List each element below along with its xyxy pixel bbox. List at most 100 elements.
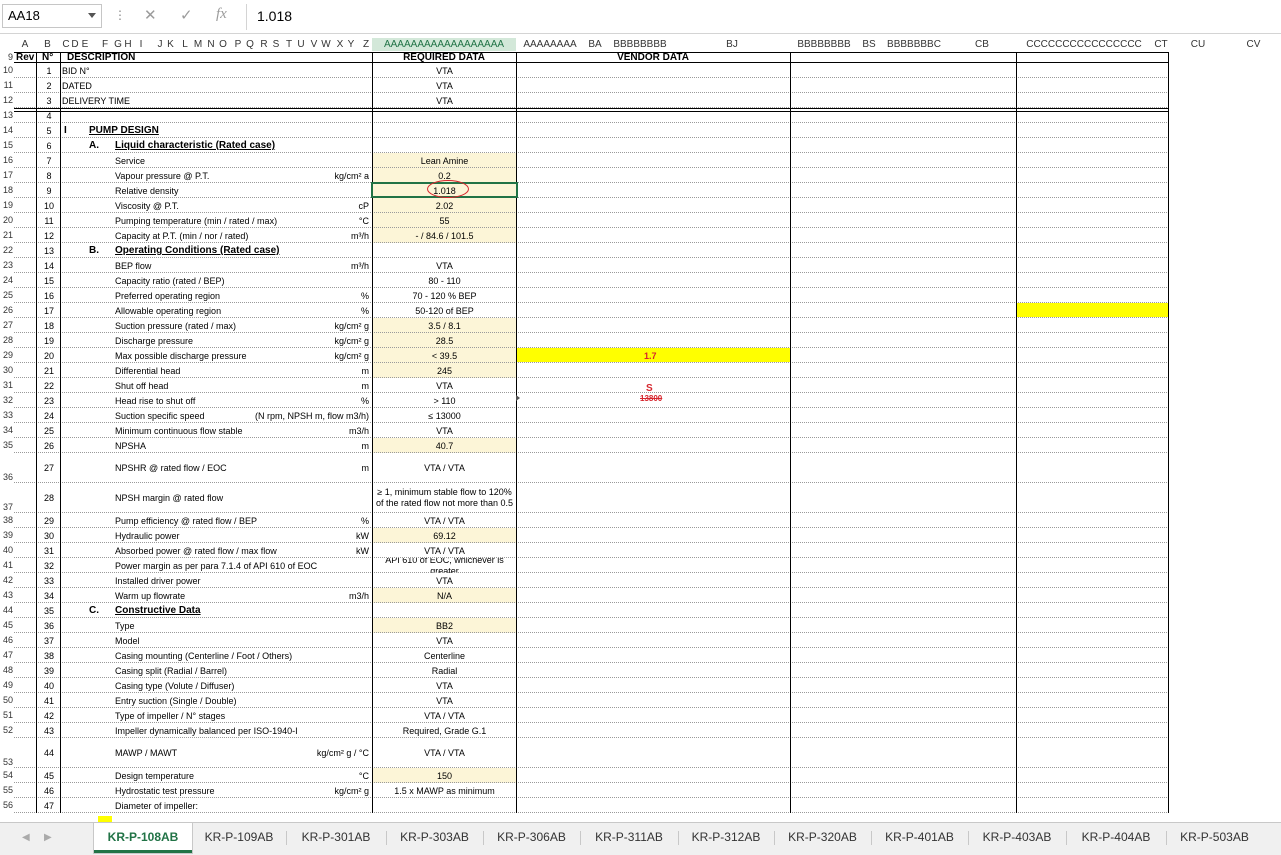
required-value-cell[interactable]: 245 bbox=[373, 363, 516, 378]
description-header[interactable]: DESCRIPTION bbox=[67, 52, 187, 62]
column-header-10[interactable]: K bbox=[165, 38, 176, 51]
required-value-cell[interactable]: BB2 bbox=[373, 618, 516, 633]
column-header-21[interactable]: V bbox=[309, 38, 319, 51]
scroll-right-icon[interactable]: ▶ bbox=[44, 832, 52, 843]
column-header-4[interactable]: E bbox=[80, 38, 90, 51]
cancel-icon[interactable]: ✕ bbox=[144, 6, 157, 24]
required-value-cell[interactable] bbox=[373, 138, 516, 153]
required-value-cell[interactable]: 28.5 bbox=[373, 333, 516, 348]
more-options-icon[interactable]: ⋮ bbox=[114, 8, 126, 22]
sheet-tab[interactable]: KR-P-311AB bbox=[580, 823, 678, 853]
required-value-cell[interactable]: VTA / VTA bbox=[373, 453, 516, 483]
column-header-34[interactable]: CB bbox=[948, 38, 1016, 51]
required-value-cell[interactable]: - / 84.6 / 101.5 bbox=[373, 228, 516, 243]
insert-function-icon[interactable]: fx bbox=[216, 6, 227, 23]
column-header-37[interactable]: CU bbox=[1170, 38, 1226, 51]
sheet-tab[interactable]: KR-P-109AB bbox=[192, 823, 286, 853]
required-value-cell[interactable]: Required, Grade G.1 bbox=[373, 723, 516, 738]
required-value-cell[interactable]: < 39.5 bbox=[373, 348, 516, 363]
required-value-cell[interactable]: VTA bbox=[373, 633, 516, 648]
column-header-24[interactable]: Y bbox=[346, 38, 356, 51]
column-header-1[interactable]: B bbox=[36, 38, 59, 51]
required-value-cell[interactable]: Radial bbox=[373, 663, 516, 678]
column-header-27[interactable]: AAAAAAAA bbox=[516, 38, 584, 51]
column-header-35[interactable]: CCCCCCCCCCCCCCCC bbox=[1016, 38, 1152, 51]
sheet-tab[interactable]: KR-P-403AB bbox=[968, 823, 1066, 853]
sheet-tab[interactable]: KR-P-503AB bbox=[1166, 823, 1263, 853]
required-value-cell[interactable]: VTA / VTA bbox=[373, 708, 516, 723]
sheet-tab[interactable]: KR-P-306AB bbox=[483, 823, 580, 853]
column-header-26[interactable]: AAAAAAAAAAAAAAAAAA bbox=[372, 38, 516, 51]
column-header-13[interactable]: N bbox=[206, 38, 216, 51]
required-value-cell[interactable] bbox=[373, 798, 516, 813]
required-value-cell[interactable]: VTA bbox=[373, 693, 516, 708]
comment-indicator-icon[interactable] bbox=[516, 395, 520, 401]
sheet-tab[interactable]: KR-P-303AB bbox=[386, 823, 483, 853]
column-header-20[interactable]: U bbox=[296, 38, 306, 51]
required-value-cell[interactable]: ≤ 13000 bbox=[373, 408, 516, 423]
column-header-18[interactable]: S bbox=[271, 38, 281, 51]
required-value-cell[interactable]: 1.5 x MAWP as minimum bbox=[373, 783, 516, 798]
column-header-3[interactable]: D bbox=[70, 38, 80, 51]
column-header-31[interactable]: BBBBBBBB bbox=[790, 38, 858, 51]
required-value-cell[interactable]: 50-120 of BEP bbox=[373, 303, 516, 318]
column-header-17[interactable]: R bbox=[259, 38, 269, 51]
sheet-tab[interactable]: KR-P-401AB bbox=[871, 823, 968, 853]
required-data-header[interactable]: REQUIRED DATA bbox=[372, 52, 516, 62]
sheet-tab[interactable]: KR-P-312AB bbox=[678, 823, 774, 853]
required-value-cell[interactable]: 55 bbox=[373, 213, 516, 228]
required-value-cell[interactable]: 40.7 bbox=[373, 438, 516, 453]
column-header-7[interactable]: H bbox=[123, 38, 133, 51]
enter-icon[interactable]: ✓ bbox=[180, 6, 193, 24]
required-value-cell[interactable]: 70 - 120 % BEP bbox=[373, 288, 516, 303]
column-header-36[interactable]: CT bbox=[1152, 38, 1170, 51]
required-value-cell[interactable]: VTA bbox=[373, 573, 516, 588]
required-value-cell[interactable]: N/A bbox=[373, 588, 516, 603]
required-value-cell[interactable] bbox=[373, 243, 516, 258]
formula-input[interactable]: 1.018 bbox=[257, 8, 292, 24]
required-value-cell[interactable]: VTA bbox=[373, 93, 516, 108]
required-value-cell[interactable]: VTA bbox=[373, 78, 516, 93]
column-header-6[interactable]: G bbox=[113, 38, 123, 51]
required-value-cell[interactable]: VTA / VTA bbox=[373, 513, 516, 528]
column-header-0[interactable]: A bbox=[14, 38, 36, 51]
required-value-cell[interactable]: 2.02 bbox=[373, 198, 516, 213]
required-value-cell[interactable]: 3.5 / 8.1 bbox=[373, 318, 516, 333]
required-value-cell[interactable]: VTA bbox=[373, 378, 516, 393]
required-value-cell[interactable]: Centerline bbox=[373, 648, 516, 663]
no-header[interactable]: N° bbox=[42, 52, 60, 62]
required-value-cell[interactable]: API 610 of EOC, whichever is greater bbox=[373, 558, 516, 573]
sheet-tab[interactable]: KR-P-108AB bbox=[94, 823, 192, 853]
required-value-cell[interactable]: VTA bbox=[373, 63, 516, 78]
column-header-25[interactable]: Z bbox=[361, 38, 371, 51]
column-header-33[interactable]: BBBBBBBC bbox=[880, 38, 948, 51]
column-header-38[interactable]: CV bbox=[1226, 38, 1281, 51]
name-box[interactable]: AA18 bbox=[2, 4, 102, 28]
required-value-cell[interactable]: ≥ 1, minimum stable flow to 120% of the … bbox=[373, 483, 516, 513]
required-value-cell[interactable]: VTA bbox=[373, 423, 516, 438]
column-header-8[interactable]: I bbox=[137, 38, 145, 51]
required-value-cell[interactable]: 69.12 bbox=[373, 528, 516, 543]
column-header-9[interactable]: J bbox=[155, 38, 165, 51]
required-value-cell[interactable]: VTA bbox=[373, 258, 516, 273]
column-header-16[interactable]: Q bbox=[245, 38, 255, 51]
scroll-left-icon[interactable]: ◀ bbox=[22, 832, 30, 843]
sheet-tab[interactable]: KR-P-320AB bbox=[774, 823, 871, 853]
column-header-28[interactable]: BA bbox=[584, 38, 606, 51]
required-value-cell[interactable]: VTA / VTA bbox=[373, 543, 516, 558]
column-header-23[interactable]: X bbox=[335, 38, 345, 51]
column-header-32[interactable]: BS bbox=[858, 38, 880, 51]
column-header-2[interactable]: C bbox=[62, 38, 70, 51]
column-header-12[interactable]: M bbox=[192, 38, 204, 51]
required-value-cell[interactable]: VTA / VTA bbox=[373, 738, 516, 768]
required-value-cell[interactable]: VTA bbox=[373, 678, 516, 693]
column-header-22[interactable]: W bbox=[321, 38, 331, 51]
required-value-cell[interactable]: Lean Amine bbox=[373, 153, 516, 168]
required-value-cell[interactable]: 150 bbox=[373, 768, 516, 783]
column-header-29[interactable]: BBBBBBBB bbox=[606, 38, 674, 51]
required-value-cell[interactable]: 80 - 110 bbox=[373, 273, 516, 288]
required-value-cell[interactable]: > 110 bbox=[373, 393, 516, 408]
required-value-cell[interactable] bbox=[373, 123, 516, 138]
column-header-15[interactable]: P bbox=[233, 38, 243, 51]
vendor-data-header[interactable]: VENDOR DATA bbox=[516, 52, 790, 62]
